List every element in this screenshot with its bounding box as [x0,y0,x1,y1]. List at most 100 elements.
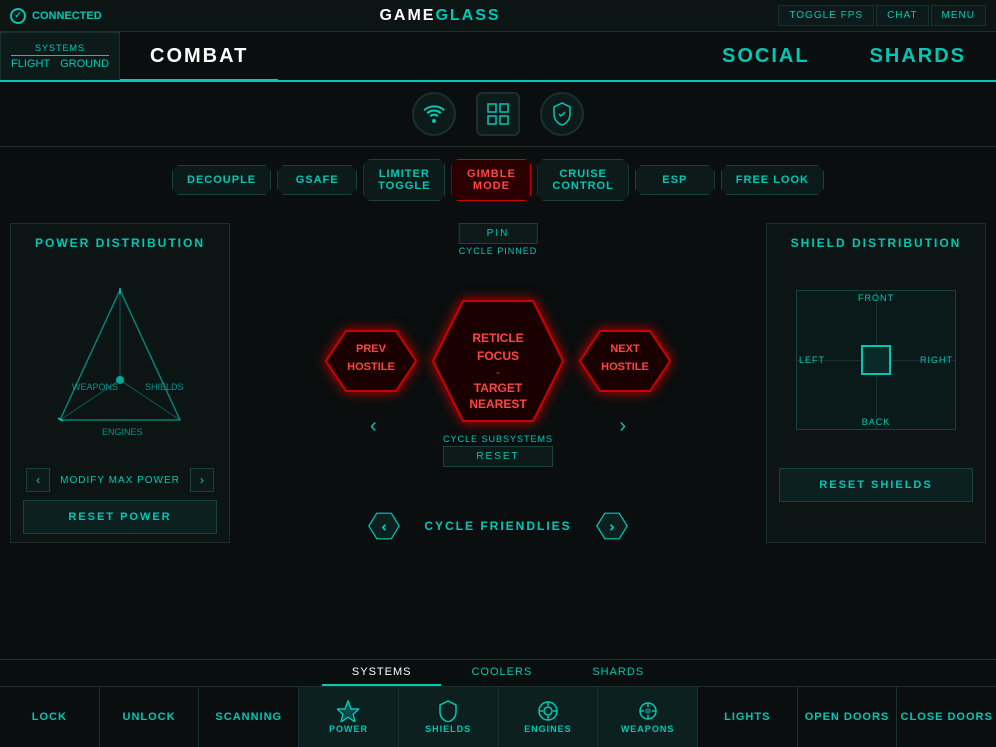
engines-icon-button[interactable]: ENGINES [499,687,599,747]
svg-text:NEAREST: NEAREST [469,397,527,411]
app-title: GAMEGLASS [379,7,500,25]
svg-text:ENGINES: ENGINES [102,427,143,437]
center-panel: PIN CYCLE PINNED ‹ › PREV HOSTILE RETICL… [240,223,756,543]
shields-icon [438,700,458,722]
svg-text:TARGET: TARGET [474,381,523,395]
bottom-actions-row: LOCK UNLOCK SCANNING POWER SHIELDS ENGIN… [0,687,996,747]
cycle-friendlies-row: ‹ CYCLE FRIENDLIES › [364,509,631,543]
menu-button[interactable]: MENU [931,5,986,26]
lock-button[interactable]: LOCK [0,687,100,747]
close-doors-button[interactable]: CLOSE DOORS [897,687,996,747]
lights-label: LIGHTS [724,711,770,723]
svg-text:WEAPONS: WEAPONS [72,382,118,392]
right-arrow-bottom[interactable]: › [619,415,626,438]
open-doors-label: OPEN DOORS [805,711,890,723]
shield-front-label: FRONT [858,293,894,303]
systems-label: SYSTEMS [11,43,109,56]
lights-button[interactable]: LIGHTS [698,687,798,747]
next-hostile-hex[interactable]: NEXT HOSTILE [570,326,680,396]
chat-button[interactable]: CHAT [876,5,928,26]
unlock-label: UNLOCK [123,711,176,723]
reset-shields-button[interactable]: RESET SHIELDS [779,468,973,502]
wifi-icon-button[interactable] [412,92,456,136]
nav-ground[interactable]: GROUND [60,58,109,70]
scanning-label: SCANNING [215,711,282,723]
power-triangle-container: WEAPONS SHIELDS ENGINES [23,260,217,460]
power-button[interactable]: POWER [299,687,399,747]
icons-row [0,82,996,147]
nav-social[interactable]: SOCIAL [692,32,840,80]
cycle-friendlies-left-button[interactable]: ‹ [364,509,404,543]
shield-center-indicator [861,345,891,375]
targeting-system: PIN CYCLE PINNED ‹ › PREV HOSTILE RETICL… [308,223,688,499]
modify-power-label: MODIFY MAX POWER [60,475,180,486]
svg-text:HOSTILE: HOSTILE [601,361,649,373]
cruise-control-button[interactable]: CRUISECONTROL [537,159,628,201]
cycle-friendlies-right-button[interactable]: › [592,509,632,543]
reset-power-button[interactable]: RESET POWER [23,500,217,534]
tab-systems[interactable]: SYSTEMS [322,660,442,686]
power-triangle-svg: WEAPONS SHIELDS ENGINES [40,280,200,440]
connected-icon [10,8,26,24]
svg-text:›: › [610,519,614,534]
cycle-friendlies-label: CYCLE FRIENDLIES [424,519,571,533]
toggle-fps-button[interactable]: TOGGLE FPS [778,5,874,26]
esp-button[interactable]: ESP [635,165,715,195]
open-doors-button[interactable]: OPEN DOORS [798,687,898,747]
scanning-button[interactable]: SCANNING [199,687,299,747]
shields-label: SHIELDS [425,724,471,734]
weapons-label: WEAPONS [621,724,675,734]
shield-right-label: RIGHT [920,355,953,365]
nav-shards[interactable]: SHARDS [840,32,996,80]
gimble-mode-button[interactable]: GIMBLEMODE [451,159,531,201]
nav-combat[interactable]: COMBAT [120,32,278,80]
reticle-focus-hex[interactable]: RETICLE FOCUS - TARGET NEAREST [413,286,583,436]
svg-text:HOSTILE: HOSTILE [347,361,395,373]
top-bar: CONNECTED GAMEGLASS TOGGLE FPS CHAT MENU [0,0,996,32]
cycle-subsystems-area: CYCLE SUBSYSTEMS RESET [443,434,553,467]
power-panel: POWER DISTRIBUTION WEAPONS SHIELDS ENGIN… [10,223,230,543]
free-look-button[interactable]: FREE LOOK [721,165,824,195]
shields-icon-button[interactable]: SHIELDS [399,687,499,747]
svg-text:-: - [496,367,500,379]
modify-power-row: ‹ MODIFY MAX POWER › [23,468,217,492]
weapons-icon-button[interactable]: WEAPONS [598,687,698,747]
shield-left-label: LEFT [799,355,825,365]
gsafe-button[interactable]: GSAFE [277,165,357,195]
svg-text:‹: ‹ [382,519,386,534]
main-content: POWER DISTRIBUTION WEAPONS SHIELDS ENGIN… [0,213,996,553]
connected-badge: CONNECTED [10,8,102,24]
unlock-button[interactable]: UNLOCK [100,687,200,747]
mode-buttons-row: DECOUPLE GSAFE LIMITERTOGGLE GIMBLEMODE … [0,147,996,213]
svg-text:SHIELDS: SHIELDS [145,382,184,392]
svg-text:PREV: PREV [356,343,387,355]
reset-targeting-button[interactable]: RESET [443,446,553,467]
left-arrow-bottom[interactable]: ‹ [370,415,377,438]
power-panel-title: POWER DISTRIBUTION [23,236,217,250]
power-label: POWER [329,724,368,734]
cycle-pinned-label: CYCLE PINNED [459,246,538,256]
limiter-toggle-button[interactable]: LIMITERTOGGLE [363,159,445,201]
shield-icon-button[interactable] [540,92,584,136]
lock-label: LOCK [32,711,67,723]
cycle-subsystems-label: CYCLE SUBSYSTEMS [443,434,553,444]
bottom-section: SYSTEMS COOLERS SHARDS LOCK UNLOCK SCANN… [0,659,996,747]
systems-tab: SYSTEMS FLIGHT GROUND [0,32,120,80]
decouple-button[interactable]: DECOUPLE [172,165,271,195]
modify-power-right-button[interactable]: › [190,468,214,492]
tab-shards[interactable]: SHARDS [562,660,674,686]
weapons-icon [637,700,659,722]
pin-button[interactable]: PIN [459,223,538,244]
grid-icon-button[interactable] [476,92,520,136]
systems-sub: FLIGHT GROUND [11,58,109,70]
shield-grid[interactable]: FRONT BACK LEFT RIGHT [796,290,956,430]
nav-flight[interactable]: FLIGHT [11,58,50,70]
engines-icon [537,700,559,722]
power-icon [337,700,359,722]
shield-panel-title: SHIELD DISTRIBUTION [779,236,973,250]
shield-panel: SHIELD DISTRIBUTION FRONT BACK LEFT RIGH… [766,223,986,543]
tab-coolers[interactable]: COOLERS [441,660,562,686]
modify-power-left-button[interactable]: ‹ [26,468,50,492]
prev-hostile-hex[interactable]: PREV HOSTILE [316,326,426,396]
nav-bar: SYSTEMS FLIGHT GROUND COMBAT SOCIAL SHAR… [0,32,996,82]
